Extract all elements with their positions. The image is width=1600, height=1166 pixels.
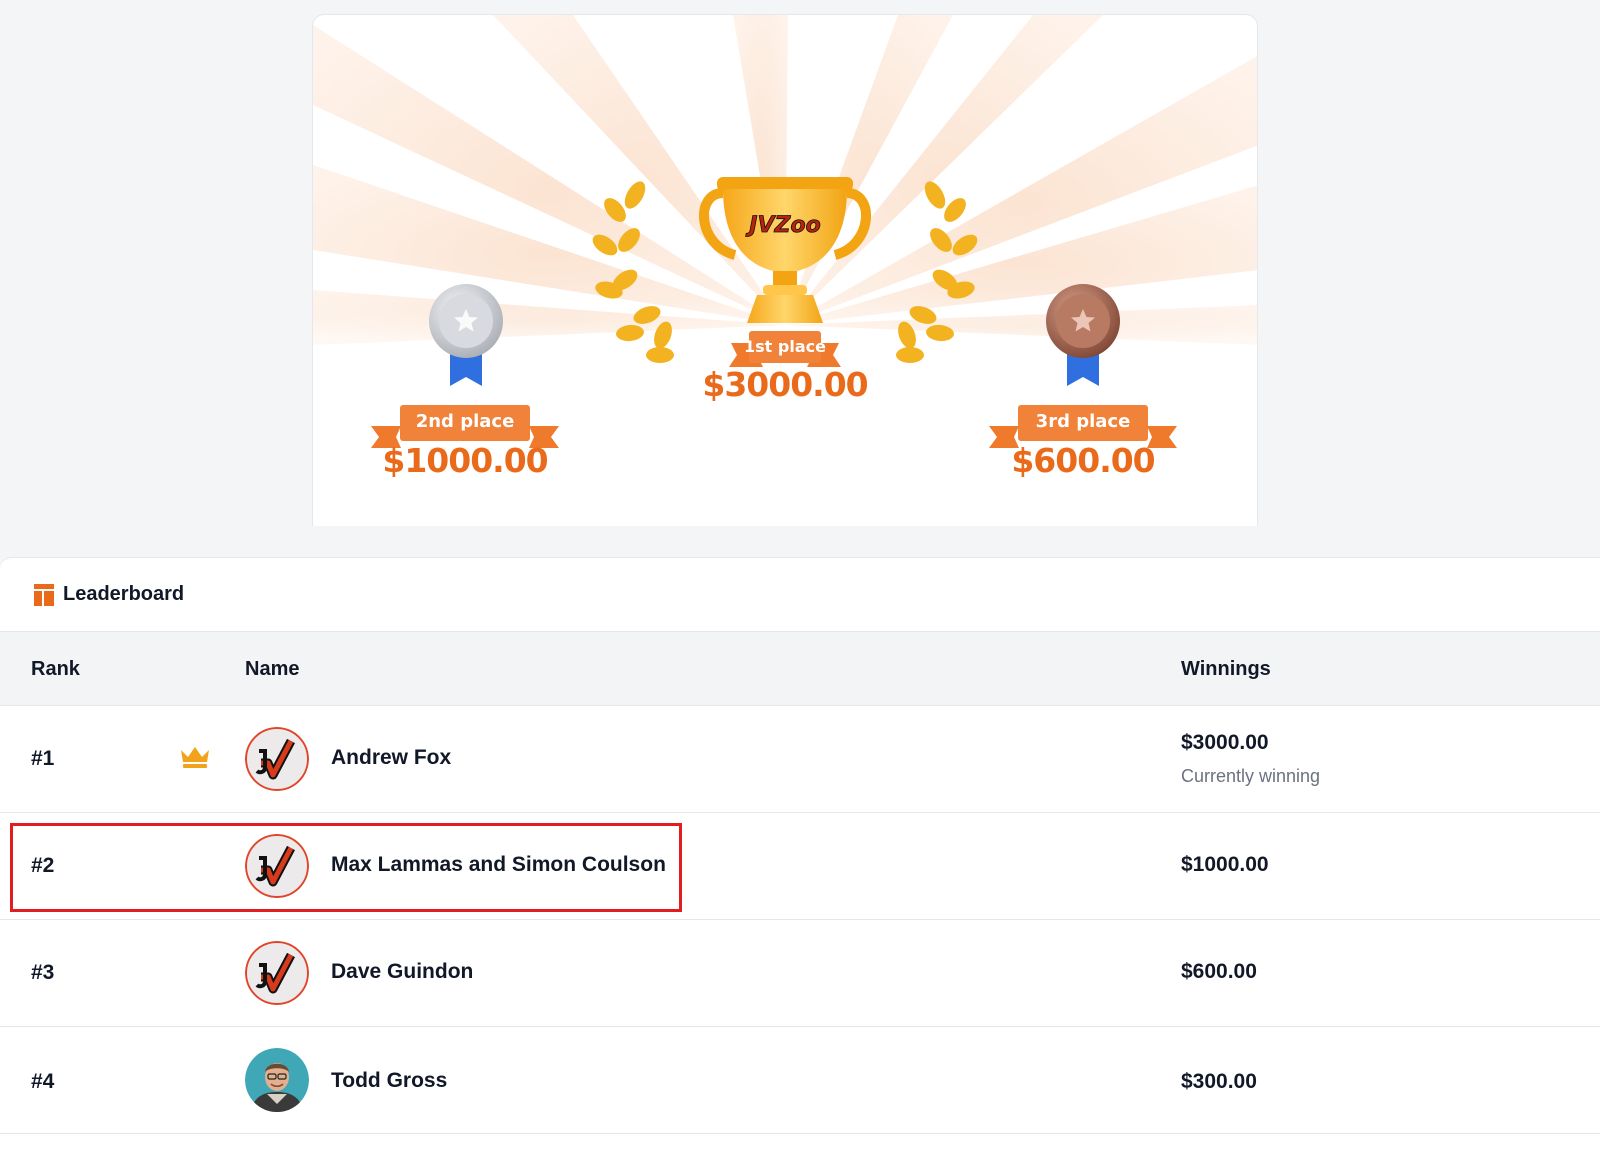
winnings-cell: $3000.00 [1181, 731, 1269, 754]
avatar [245, 1048, 309, 1112]
first-place-label: 1st place [744, 337, 826, 356]
leaderboard-panel: Leaderboard Rank Name Winnings #1 Andrew… [0, 557, 1600, 1166]
jvzoo-logo-icon: JVZoo [745, 213, 820, 238]
third-place-label: 3rd place [1035, 411, 1131, 432]
table-row: #3 Dave Guindon $600.00 [0, 920, 1600, 1027]
player-name: Andrew Fox [331, 746, 452, 769]
user-photo-avatar-icon [245, 1048, 309, 1112]
prize-banner: 2nd place $1000.00 JVZoo 1st place $3000… [312, 14, 1258, 526]
third-place-amount: $600.00 [1011, 441, 1155, 480]
table-row: #1 Andrew Fox $3000.00 Currently winning [0, 706, 1600, 813]
laurel-right-icon [896, 181, 978, 363]
player-name: Dave Guindon [331, 960, 474, 983]
leaderboard-header: Leaderboard [0, 558, 1600, 632]
avatar [245, 834, 309, 898]
leaderboard-title: Leaderboard [63, 583, 185, 605]
column-winnings: Winnings [1181, 658, 1271, 680]
avatar [245, 727, 309, 791]
winnings-cell: $1000.00 [1181, 853, 1269, 876]
player-name: Todd Gross [331, 1069, 448, 1092]
column-name: Name [245, 658, 300, 680]
avatar [245, 941, 309, 1005]
jvzoo-logo-avatar-icon [245, 941, 309, 1005]
rank-cell: #3 [31, 961, 55, 984]
first-place-amount: $3000.00 [702, 365, 868, 404]
rank-cell: #2 [31, 854, 55, 877]
status-text: Currently winning [1181, 766, 1321, 786]
leaderboard-icon [34, 583, 54, 606]
rank-cell: #1 [31, 747, 55, 770]
jvzoo-logo-avatar-icon [245, 834, 309, 898]
laurel-left-icon [592, 181, 674, 363]
first-place-prize: JVZoo 1st place $3000.00 [585, 155, 985, 415]
table-row: #2 Max Lammas and Simon Coulson $1000.00 [0, 813, 1600, 920]
table-row: #4 Todd Gross $300.00 [0, 1027, 1600, 1134]
table-header: Rank Name Winnings [0, 632, 1600, 706]
second-place-amount: $1000.00 [382, 441, 548, 480]
crown-icon [181, 747, 209, 768]
second-place-prize: 2nd place $1000.00 [369, 283, 561, 483]
second-place-label: 2nd place [415, 411, 515, 432]
winnings-cell: $300.00 [1181, 1070, 1257, 1093]
column-rank: Rank [31, 658, 80, 680]
jvzoo-logo-avatar-icon [245, 727, 309, 791]
third-place-prize: 3rd place $600.00 [987, 283, 1179, 483]
winnings-cell: $600.00 [1181, 960, 1257, 983]
rank-cell: #4 [31, 1070, 55, 1093]
player-name: Max Lammas and Simon Coulson [331, 853, 666, 876]
